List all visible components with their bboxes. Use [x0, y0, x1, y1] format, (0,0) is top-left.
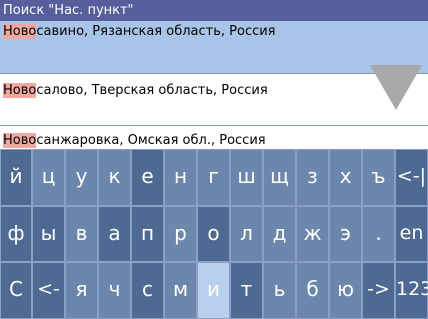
triangle-down-icon[interactable] [370, 65, 422, 110]
key-м[interactable]: м [164, 262, 197, 319]
language-toggle-key[interactable]: en [395, 206, 428, 262]
key-с[interactable]: с [131, 262, 164, 319]
key-ы[interactable]: ы [32, 206, 65, 262]
key-period[interactable]: . [362, 206, 395, 262]
key-щ[interactable]: щ [263, 149, 296, 206]
result-item[interactable]: Новосанжаровка, Омская обл., Россия [0, 125, 428, 149]
key-ж[interactable]: ж [296, 206, 329, 262]
result-rest: салово, Тверская область, Россия [36, 83, 268, 98]
key-о[interactable]: о [197, 206, 230, 262]
key-т[interactable]: т [230, 262, 263, 319]
key-к[interactable]: к [98, 149, 131, 206]
result-rest: санжаровка, Омская обл., Россия [36, 133, 266, 148]
key-ь[interactable]: ь [263, 262, 296, 319]
key-ъ[interactable]: ъ [362, 149, 395, 206]
match-highlight: Ново [3, 133, 37, 148]
clear-key[interactable]: С [0, 262, 32, 319]
key-ц[interactable]: ц [32, 149, 65, 206]
key-б[interactable]: б [296, 262, 329, 319]
result-item[interactable]: Новосалово, Тверская область, Россия [0, 73, 428, 125]
key-ю[interactable]: ю [329, 262, 362, 319]
search-title: Поиск "Нас. пункт" [3, 3, 134, 18]
result-rest: савино, Рязанская область, Россия [36, 24, 276, 39]
key-я[interactable]: я [65, 262, 98, 319]
key-а[interactable]: а [98, 206, 131, 262]
on-screen-keyboard: й ц у к е н г ш щ з х ъ <-| ф ы в а п р … [0, 149, 428, 319]
key-э[interactable]: э [329, 206, 362, 262]
search-title-bar: Поиск "Нас. пункт" [0, 0, 428, 21]
key-в[interactable]: в [65, 206, 98, 262]
backspace-key[interactable]: <-| [395, 149, 428, 206]
match-highlight: Ново [3, 83, 37, 98]
key-ч[interactable]: ч [98, 262, 131, 319]
key-й[interactable]: й [0, 149, 32, 206]
key-г[interactable]: г [197, 149, 230, 206]
key-з[interactable]: з [296, 149, 329, 206]
key-п[interactable]: п [131, 206, 164, 262]
results-list[interactable]: Новосавино, Рязанская область, Россия Но… [0, 21, 428, 149]
match-highlight: Ново [3, 24, 37, 39]
key-х[interactable]: х [329, 149, 362, 206]
key-л[interactable]: л [230, 206, 263, 262]
result-item[interactable]: Новосавино, Рязанская область, Россия [0, 21, 428, 73]
key-н[interactable]: н [164, 149, 197, 206]
key-ф[interactable]: ф [0, 206, 32, 262]
key-ш[interactable]: ш [230, 149, 263, 206]
key-е[interactable]: е [131, 149, 164, 206]
cursor-left-key[interactable]: <- [32, 262, 65, 319]
numbers-toggle-key[interactable]: 123 [395, 262, 428, 319]
key-у[interactable]: у [65, 149, 98, 206]
key-р[interactable]: р [164, 206, 197, 262]
cursor-right-key[interactable]: -> [362, 262, 395, 319]
key-д[interactable]: д [263, 206, 296, 262]
key-и[interactable]: и [197, 262, 230, 319]
